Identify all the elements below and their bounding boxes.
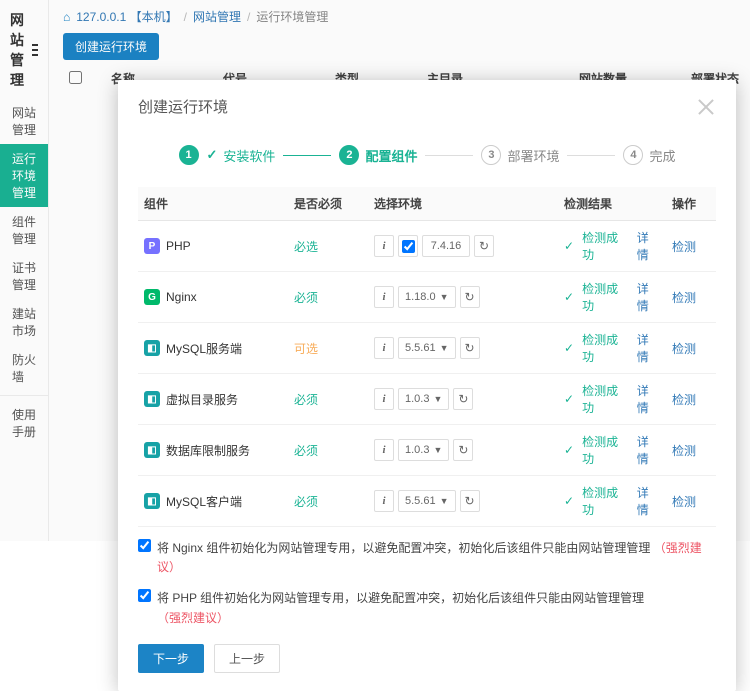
detail-link[interactable]: 详情 — [637, 382, 660, 416]
detect-link[interactable]: 检测 — [672, 444, 696, 458]
required-label: 必须 — [294, 393, 318, 407]
success-icon: ✓ — [564, 239, 574, 253]
result-text: 检测成功 — [582, 331, 629, 365]
refresh-icon[interactable]: ↻ — [460, 337, 480, 359]
info-icon[interactable]: i — [374, 337, 394, 359]
detect-link[interactable]: 检测 — [672, 393, 696, 407]
result-text: 检测成功 — [582, 433, 629, 467]
info-icon[interactable]: i — [374, 490, 394, 512]
modal-title: 创建运行环境 — [138, 96, 228, 117]
component-name: 虚拟目录服务 — [166, 391, 238, 408]
version-checkbox[interactable] — [398, 235, 418, 257]
strong-suggest: （强烈建议） — [157, 611, 229, 625]
component-name: MySQL客户端 — [166, 493, 242, 510]
version-select[interactable]: 1.0.3▼ — [398, 388, 449, 410]
required-label: 可选 — [294, 342, 318, 356]
step-number: 3 — [481, 145, 501, 165]
prev-step-button[interactable]: 上一步 — [214, 644, 280, 673]
wizard-step: 2 配置组件 — [339, 145, 417, 165]
detect-link[interactable]: 检测 — [672, 291, 696, 305]
info-icon[interactable]: i — [374, 286, 394, 308]
next-step-button[interactable]: 下一步 — [138, 644, 204, 673]
step-number: 4 — [623, 145, 643, 165]
required-label: 必选 — [294, 240, 318, 254]
component-icon: ◧ — [144, 493, 160, 509]
detail-link[interactable]: 详情 — [637, 484, 660, 518]
component-icon: P — [144, 238, 160, 254]
php-init-checkbox[interactable] — [138, 589, 151, 602]
refresh-icon[interactable]: ↻ — [453, 388, 473, 410]
step-label: 完成 — [649, 146, 675, 165]
step-label: 安装软件 — [223, 146, 275, 165]
close-icon[interactable] — [696, 97, 716, 117]
detect-link[interactable]: 检测 — [672, 495, 696, 509]
component-name: Nginx — [166, 290, 197, 304]
result-text: 检测成功 — [582, 229, 629, 263]
th-required: 是否必须 — [288, 187, 368, 221]
detect-link[interactable]: 检测 — [672, 342, 696, 356]
success-icon: ✓ — [564, 341, 574, 355]
step-number: 1 — [179, 145, 199, 165]
wizard-step: 1 ✓ 安装软件 — [179, 145, 276, 165]
refresh-icon[interactable]: ↻ — [460, 286, 480, 308]
version-select[interactable]: 5.5.61▼ — [398, 337, 456, 359]
refresh-icon[interactable]: ↻ — [474, 235, 494, 257]
success-icon: ✓ — [564, 443, 574, 457]
wizard-step: 3 部署环境 — [481, 145, 559, 165]
refresh-icon[interactable]: ↻ — [453, 439, 473, 461]
required-label: 必须 — [294, 291, 318, 305]
result-text: 检测成功 — [582, 484, 629, 518]
th-env: 选择环境 — [368, 187, 558, 221]
nginx-init-option[interactable]: 将 Nginx 组件初始化为网站管理专用，以避免配置冲突，初始化后该组件只能由网… — [138, 539, 716, 577]
table-row: ◧ 虚拟目录服务 必须 i1.0.3▼↻ ✓ 检测成功详情检测 — [138, 374, 716, 425]
info-icon[interactable]: i — [374, 235, 394, 257]
php-init-text: 将 PHP 组件初始化为网站管理专用，以避免配置冲突，初始化后该组件只能由网站管… — [157, 591, 644, 605]
version-select[interactable]: 5.5.61▼ — [398, 490, 456, 512]
refresh-icon[interactable]: ↻ — [460, 490, 480, 512]
th-component: 组件 — [138, 187, 288, 221]
result-text: 检测成功 — [582, 280, 629, 314]
component-icon: ◧ — [144, 442, 160, 458]
table-row: ◧ MySQL客户端 必须 i5.5.61▼↻ ✓ 检测成功详情检测 — [138, 476, 716, 527]
wizard-step: 4 完成 — [623, 145, 675, 165]
detail-link[interactable]: 详情 — [637, 433, 660, 467]
result-text: 检测成功 — [582, 382, 629, 416]
php-init-option[interactable]: 将 PHP 组件初始化为网站管理专用，以避免配置冲突，初始化后该组件只能由网站管… — [138, 589, 716, 627]
success-icon: ✓ — [564, 494, 574, 508]
detail-link[interactable]: 详情 — [637, 280, 660, 314]
table-row: ◧ MySQL服务端 可选 i5.5.61▼↻ ✓ 检测成功详情检测 — [138, 323, 716, 374]
required-label: 必须 — [294, 495, 318, 509]
step-label: 部署环境 — [507, 146, 559, 165]
info-icon[interactable]: i — [374, 439, 394, 461]
th-result: 检测结果 — [558, 187, 666, 221]
create-env-modal: 创建运行环境 1✓安装软件2配置组件3部署环境4完成 组件 是否必须 选择环境 … — [118, 80, 736, 691]
detail-link[interactable]: 详情 — [637, 331, 660, 365]
success-icon: ✓ — [564, 392, 574, 406]
version-select[interactable]: 1.18.0▼ — [398, 286, 456, 308]
component-table: 组件 是否必须 选择环境 检测结果 操作 PPHP必选i7.4.16↻✓检测成功… — [138, 187, 716, 527]
table-row: P PHP 必选 i 7.4.16↻ ✓ 检测成功详情检测 — [138, 221, 716, 272]
component-name: PHP — [166, 239, 191, 253]
component-icon: ◧ — [144, 340, 160, 356]
detail-link[interactable]: 详情 — [637, 229, 660, 263]
nginx-init-text: 将 Nginx 组件初始化为网站管理专用，以避免配置冲突，初始化后该组件只能由网… — [157, 541, 650, 555]
component-name: MySQL服务端 — [166, 340, 242, 357]
info-icon[interactable]: i — [374, 388, 394, 410]
component-name: 数据库限制服务 — [166, 442, 250, 459]
check-icon: ✓ — [207, 147, 218, 163]
required-label: 必须 — [294, 444, 318, 458]
version-select[interactable]: 1.0.3▼ — [398, 439, 449, 461]
success-icon: ✓ — [564, 290, 574, 304]
version-select[interactable]: 7.4.16 — [422, 235, 470, 257]
step-number: 2 — [339, 145, 359, 165]
component-icon: G — [144, 289, 160, 305]
step-label: 配置组件 — [365, 146, 417, 165]
detect-link[interactable]: 检测 — [672, 240, 696, 254]
table-row: ◧ 数据库限制服务 必须 i1.0.3▼↻ ✓ 检测成功详情检测 — [138, 425, 716, 476]
component-icon: ◧ — [144, 391, 160, 407]
wizard-steps: 1 ✓ 安装软件 2 配置组件 3 部署环境 4 完成 — [138, 131, 716, 187]
th-op: 操作 — [666, 187, 716, 221]
table-row: G Nginx 必须 i1.18.0▼↻ ✓ 检测成功详情检测 — [138, 272, 716, 323]
